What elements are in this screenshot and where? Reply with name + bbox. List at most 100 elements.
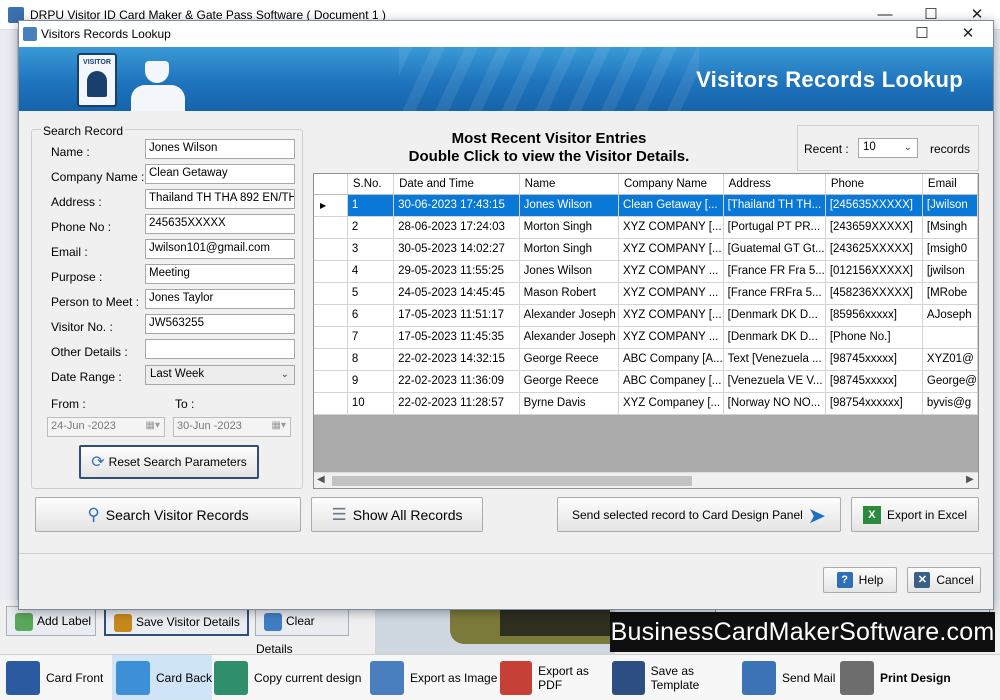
table-cell[interactable]: [243625XXXXX] [825,238,923,261]
table-cell[interactable]: 22-02-2023 14:32:15 [393,348,520,371]
table-cell[interactable]: 24-05-2023 14:45:45 [393,282,520,305]
search-visitor-records-button[interactable]: ⚲ Search Visitor Records [35,497,301,532]
row-header[interactable] [314,260,348,283]
table-cell[interactable]: Mason Robert [519,282,619,305]
table-cell[interactable]: 9 [347,370,395,393]
table-cell[interactable]: 3 [347,238,395,261]
table-row[interactable]: 5 24-05-2023 14:45:45 Mason Robert XYZ COMP… [314,282,978,305]
column-header[interactable]: Date and Time [393,174,520,195]
phone-input[interactable]: 245635XXXXX [145,214,295,234]
print-design-button[interactable]: Print Design [840,655,996,700]
date-range-select[interactable]: Last Week ⌄ [145,365,295,385]
to-date-input[interactable]: 30-Jun -2023 ▦▾ [173,417,291,437]
table-cell[interactable]: 5 [347,282,395,305]
row-header[interactable] [314,216,348,239]
scrollbar-thumb[interactable] [332,476,692,486]
table-cell[interactable]: [Phone No.] [825,326,923,349]
table-cell[interactable]: [98754xxxxxx] [825,392,923,415]
table-cell[interactable]: 7 [347,326,395,349]
reset-search-button[interactable]: ⟳ Reset Search Parameters [79,445,259,479]
table-cell[interactable]: XYZ COMPANY [... [618,238,724,261]
table-cell[interactable]: Byrne Davis [519,392,619,415]
row-header[interactable] [314,238,348,261]
table-cell[interactable]: ABC Company [A... [618,348,724,371]
address-input[interactable]: Thailand TH THA 892 EN/TH [145,189,295,209]
send-to-card-design-button[interactable]: Send selected record to Card Design Pane… [557,497,841,532]
table-cell[interactable]: George@ [922,370,978,393]
row-header[interactable] [314,392,348,415]
row-header[interactable] [314,370,348,393]
calendar-icon[interactable]: ▦▾ [272,420,286,431]
recent-count-select[interactable]: 10 ⌄ [858,138,918,158]
email-input[interactable]: Jwilson101@gmail.com [145,239,295,259]
dialog-close-button[interactable]: ✕ [945,21,991,47]
row-header[interactable] [314,282,348,305]
row-header[interactable]: ▶ [314,194,348,217]
column-header[interactable]: Company Name [618,174,724,195]
export-pdf-button[interactable]: Export as PDF [500,655,612,700]
table-cell[interactable]: [msigh0 [922,238,978,261]
add-label-button[interactable]: Add Label [6,606,96,636]
visitor-records-grid[interactable]: S.No. Date and Time Name Company Name Ad… [313,173,979,489]
table-cell[interactable]: [012156XXXXX] [825,260,923,283]
table-cell[interactable]: [98745xxxxx] [825,370,923,393]
help-button[interactable]: ? Help [823,567,897,593]
table-cell[interactable]: [Jwilson [922,194,978,217]
table-cell[interactable]: Jones Wilson [519,194,619,217]
table-cell[interactable]: [Venezuela VE V... [723,370,826,393]
row-header[interactable] [314,348,348,371]
table-cell[interactable]: XYZ COMPANY ... [618,326,724,349]
column-header[interactable]: Phone [825,174,923,195]
table-cell[interactable]: Clean Getaway [... [618,194,724,217]
table-cell[interactable]: [MRobe [922,282,978,305]
table-cell[interactable]: XYZ01@ [922,348,978,371]
table-cell[interactable]: Text [Venezuela ... [723,348,826,371]
table-cell[interactable]: XYZ COMPANY ... [618,282,724,305]
table-cell[interactable]: 8 [347,348,395,371]
table-cell[interactable]: 28-06-2023 17:24:03 [393,216,520,239]
table-cell[interactable]: 30-05-2023 14:02:27 [393,238,520,261]
table-cell[interactable]: 22-02-2023 11:28:57 [393,392,520,415]
copy-design-button[interactable]: Copy current design [214,655,366,700]
table-cell[interactable]: [243659XXXXX] [825,216,923,239]
table-cell[interactable]: [458236XXXXX] [825,282,923,305]
table-cell[interactable]: [Denmark DK D... [723,304,826,327]
table-cell[interactable]: 17-05-2023 11:45:35 [393,326,520,349]
table-cell[interactable]: 4 [347,260,395,283]
table-cell[interactable]: Morton Singh [519,216,619,239]
calendar-icon[interactable]: ▦▾ [146,420,160,431]
table-cell[interactable]: [Denmark DK D... [723,326,826,349]
row-header[interactable] [314,326,348,349]
scroll-left-icon[interactable]: ◀ [317,474,325,485]
table-cell[interactable]: XYZ Companey [... [618,392,724,415]
column-header[interactable]: Email [922,174,978,195]
person-to-meet-input[interactable]: Jones Taylor [145,289,295,309]
card-back-button[interactable]: Card Back [112,655,212,700]
column-header[interactable]: Name [519,174,619,195]
table-cell[interactable]: Morton Singh [519,238,619,261]
table-cell[interactable]: [85956xxxxx] [825,304,923,327]
table-cell[interactable]: XYZ COMPANY [... [618,216,724,239]
table-cell[interactable]: Jones Wilson [519,260,619,283]
table-row[interactable]: 7 17-05-2023 11:45:35 Alexander Joseph XYZ … [314,326,978,349]
table-cell[interactable]: 29-05-2023 11:55:25 [393,260,520,283]
row-header[interactable] [314,304,348,327]
table-cell[interactable]: Alexander Joseph [519,304,619,327]
horizontal-scrollbar[interactable]: ◀ ▶ [314,472,978,488]
table-row[interactable]: 6 17-05-2023 11:51:17 Alexander Joseph XYZ … [314,304,978,327]
table-cell[interactable]: XYZ COMPANY [... [618,304,724,327]
table-cell[interactable]: XYZ COMPANY ... [618,260,724,283]
table-cell[interactable]: [France FRFra 5... [723,282,826,305]
cancel-button[interactable]: ✕ Cancel [907,567,981,593]
show-all-records-button[interactable]: ☰ Show All Records [311,497,483,532]
table-row[interactable]: 9 22-02-2023 11:36:09 George Reece ABC Comp… [314,370,978,393]
table-row[interactable]: 10 22-02-2023 11:28:57 Byrne Davis XYZ Comp… [314,392,978,415]
table-cell[interactable]: byvis@g [922,392,978,415]
table-cell[interactable]: ABC Companey [... [618,370,724,393]
table-cell[interactable]: 1 [347,194,395,217]
export-image-button[interactable]: Export as Image [370,655,500,700]
table-row[interactable]: 8 22-02-2023 14:32:15 George Reece ABC Comp… [314,348,978,371]
purpose-input[interactable]: Meeting [145,264,295,284]
table-cell[interactable]: [Portugal PT PR... [723,216,826,239]
dialog-maximize-button[interactable]: ☐ [899,21,945,47]
